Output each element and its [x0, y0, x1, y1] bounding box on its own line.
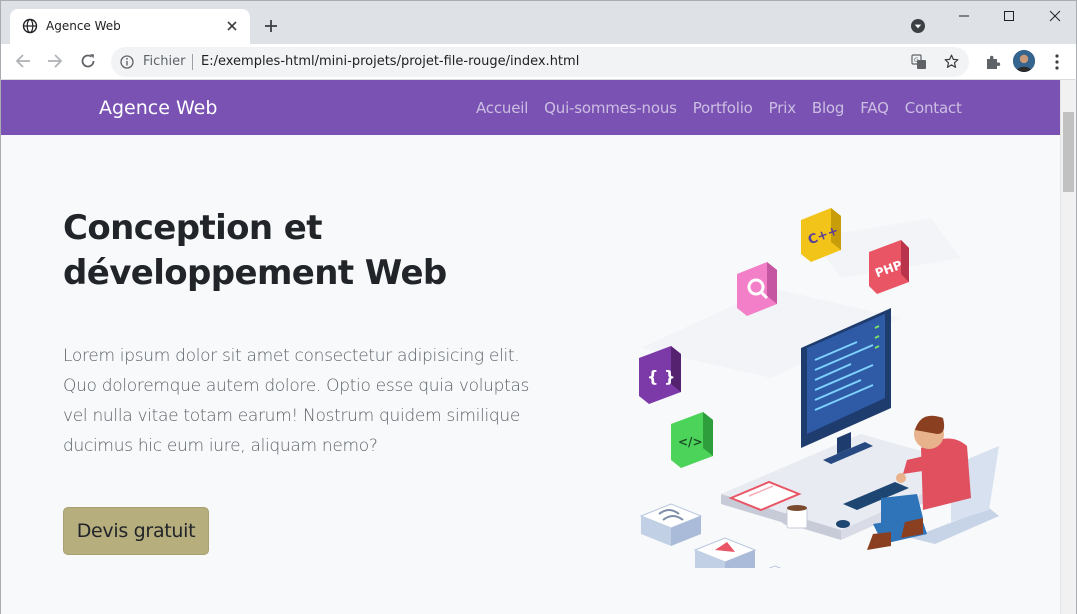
- nav-links: Accueil Qui-sommes-nous Portfolio Prix B…: [476, 99, 962, 117]
- hero-title: Conception et développement Web: [63, 206, 523, 296]
- kebab-menu-icon[interactable]: [1050, 53, 1064, 71]
- nav-link-prix[interactable]: Prix: [769, 99, 796, 117]
- browser-tab-strip: Agence Web: [0, 0, 1077, 45]
- forward-icon[interactable]: [46, 52, 64, 70]
- browser-toolbar: Fichier E:/exemples-html/mini-projets/pr…: [0, 44, 1077, 80]
- svg-text:G: G: [914, 57, 919, 64]
- code-badge: </>: [671, 412, 713, 468]
- scheme-label: Fichier: [143, 54, 186, 69]
- hero-title-line2: développement Web: [63, 253, 447, 293]
- site-brand[interactable]: Agence Web: [99, 97, 217, 119]
- reload-icon[interactable]: [79, 52, 97, 70]
- address-bar[interactable]: Fichier E:/exemples-html/mini-projets/pr…: [111, 47, 969, 77]
- nav-link-qui-sommes-nous[interactable]: Qui-sommes-nous: [544, 99, 677, 117]
- close-icon[interactable]: [224, 18, 240, 34]
- nav-link-accueil[interactable]: Accueil: [476, 99, 528, 117]
- hero-title-line1: Conception et: [63, 208, 322, 248]
- block-link: [639, 503, 703, 546]
- nav-link-contact[interactable]: Contact: [905, 99, 962, 117]
- mouse: [836, 520, 850, 528]
- scrollbar-thumb[interactable]: [1063, 112, 1074, 192]
- star-icon[interactable]: [943, 53, 960, 70]
- window-close-icon[interactable]: [1048, 9, 1062, 23]
- globe-icon: [22, 18, 38, 34]
- hero-illustration: C++ PHP { } </>: [639, 208, 999, 568]
- info-icon[interactable]: [120, 55, 134, 69]
- nav-link-portfolio[interactable]: Portfolio: [693, 99, 753, 117]
- nav-link-faq[interactable]: FAQ: [860, 99, 889, 117]
- code-tag-label: </>: [678, 435, 703, 449]
- tab-search-icon[interactable]: [910, 18, 926, 34]
- tab-title: Agence Web: [46, 19, 121, 33]
- url-text[interactable]: E:/exemples-html/mini-projets/projet-fil…: [201, 54, 579, 69]
- minimize-icon[interactable]: [958, 9, 970, 23]
- browser-tab[interactable]: Agence Web: [10, 9, 250, 45]
- maximize-icon[interactable]: [1003, 9, 1015, 23]
- back-icon[interactable]: [14, 52, 32, 70]
- plus-icon[interactable]: [263, 18, 279, 34]
- nav-link-blog[interactable]: Blog: [812, 99, 845, 117]
- hero-description: Lorem ipsum dolor sit amet consectetur a…: [63, 346, 530, 456]
- free-quote-button[interactable]: Devis gratuit: [63, 507, 209, 555]
- puzzle-icon[interactable]: [984, 53, 1002, 71]
- page-scrollbar[interactable]: [1060, 80, 1076, 614]
- page-viewport: Agence Web Accueil Qui-sommes-nous Portf…: [0, 80, 1077, 614]
- translate-icon[interactable]: G: [911, 54, 927, 70]
- avatar[interactable]: [1013, 50, 1035, 72]
- braces-badge: { }: [639, 346, 681, 404]
- braces-label: { }: [647, 367, 675, 386]
- omnibox-divider: [192, 54, 193, 70]
- block-play: [693, 537, 757, 568]
- site-navbar: Agence Web Accueil Qui-sommes-nous Portf…: [1, 80, 1061, 135]
